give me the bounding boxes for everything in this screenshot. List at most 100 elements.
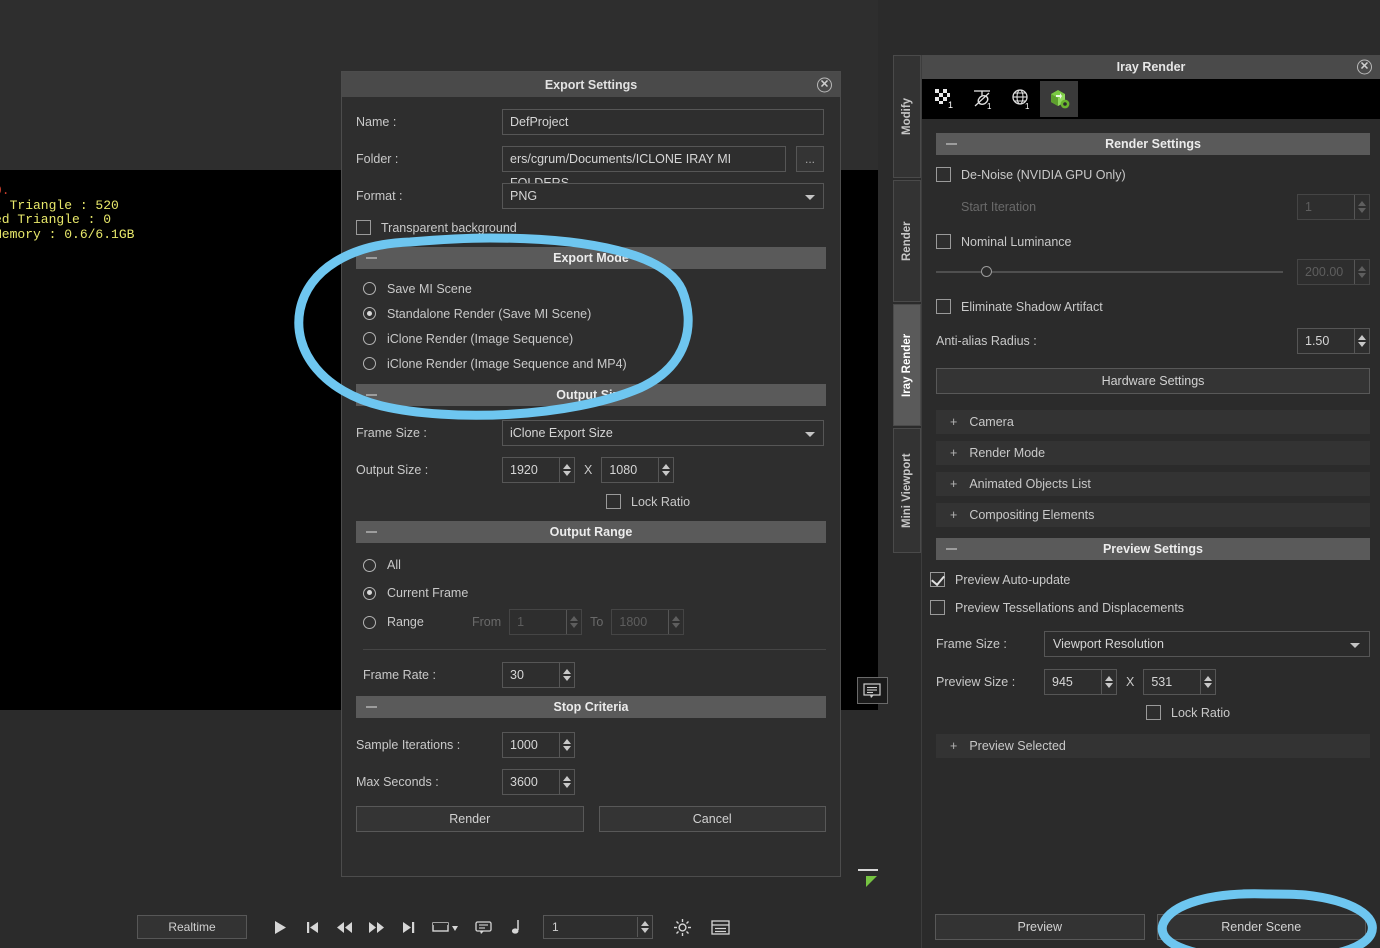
sidebar-tab-render[interactable]: Render bbox=[893, 180, 921, 302]
output-range-header[interactable]: Output Range bbox=[356, 521, 826, 543]
sidebar-tab-mini-viewport[interactable]: Mini Viewport bbox=[893, 428, 921, 553]
hardware-settings-button[interactable]: Hardware Settings bbox=[936, 368, 1370, 394]
denoise-checkbox[interactable] bbox=[936, 167, 951, 182]
browse-folder-button[interactable]: ... bbox=[796, 146, 824, 172]
stepper-arrows[interactable] bbox=[1200, 670, 1215, 694]
eliminate-shadow-row[interactable]: Eliminate Shadow Artifact bbox=[936, 299, 1370, 314]
stepper-arrows[interactable] bbox=[637, 917, 651, 937]
fast-forward-icon[interactable] bbox=[365, 916, 387, 938]
preview-lock-ratio-checkbox[interactable] bbox=[1146, 705, 1161, 720]
nominal-luminance-slider[interactable] bbox=[936, 266, 1283, 277]
radio-icon[interactable] bbox=[363, 558, 376, 572]
frame-size-select[interactable]: iClone Export Size bbox=[502, 420, 824, 446]
eliminate-shadow-checkbox[interactable] bbox=[936, 299, 951, 314]
stepper-arrows[interactable] bbox=[1354, 329, 1369, 353]
export-mode-option-0[interactable]: Save MI Scene bbox=[363, 276, 826, 301]
caption-icon[interactable] bbox=[473, 916, 495, 938]
frame-size-label: Frame Size : bbox=[356, 426, 427, 440]
output-range-title: Output Range bbox=[549, 525, 633, 539]
sidebar-tab-modify[interactable]: Modify bbox=[893, 55, 921, 178]
denoise-row[interactable]: De-Noise (NVIDIA GPU Only) bbox=[936, 167, 1370, 182]
max-seconds-stepper[interactable]: 3600 bbox=[502, 769, 575, 795]
export-mode-header[interactable]: Export Mode bbox=[356, 247, 826, 269]
chevron-down-icon bbox=[1350, 643, 1360, 648]
accordion-animated-objects-list[interactable]: + Animated Objects List bbox=[936, 472, 1370, 497]
cancel-button[interactable]: Cancel bbox=[598, 806, 826, 832]
radio-icon[interactable] bbox=[363, 357, 376, 370]
preview-lock-ratio-row[interactable]: Lock Ratio bbox=[1146, 705, 1370, 720]
stepper-arrows[interactable] bbox=[559, 663, 574, 687]
note-bubble-icon[interactable] bbox=[857, 677, 888, 704]
jump-start-icon[interactable] bbox=[301, 916, 323, 938]
radio-icon[interactable] bbox=[363, 615, 376, 629]
nominal-luminance-row[interactable]: Nominal Luminance bbox=[936, 234, 1370, 249]
stepper-arrows[interactable] bbox=[559, 458, 574, 482]
preview-auto-update-checkbox[interactable] bbox=[930, 572, 945, 587]
render-scene-button[interactable]: Render Scene bbox=[1156, 914, 1366, 940]
transparent-background-checkbox[interactable] bbox=[356, 220, 371, 235]
radio-icon[interactable] bbox=[363, 586, 376, 600]
output-size-header[interactable]: Output Size bbox=[356, 384, 826, 406]
frame-rate-stepper[interactable]: 30 bbox=[502, 662, 575, 688]
stepper-arrows[interactable] bbox=[559, 770, 574, 794]
loop-range-icon[interactable] bbox=[429, 916, 463, 938]
output-lock-ratio-checkbox[interactable] bbox=[606, 494, 621, 509]
preview-frame-size-select[interactable]: Viewport Resolution bbox=[1044, 631, 1370, 657]
preview-tessellations-checkbox[interactable] bbox=[930, 600, 945, 615]
export-mode-option-1[interactable]: Standalone Render (Save MI Scene) bbox=[363, 301, 826, 326]
export-mode-option-3[interactable]: iClone Render (Image Sequence and MP4) bbox=[363, 351, 826, 376]
radio-icon[interactable] bbox=[363, 307, 376, 320]
export-mode-option-2[interactable]: iClone Render (Image Sequence) bbox=[363, 326, 826, 351]
accordion-preview-selected[interactable]: + Preview Selected bbox=[936, 734, 1370, 759]
name-input[interactable]: DefProject bbox=[502, 109, 824, 135]
sun-settings-icon[interactable] bbox=[671, 916, 693, 938]
rewind-icon[interactable] bbox=[333, 916, 355, 938]
preview-width-stepper[interactable]: 945 bbox=[1044, 669, 1117, 695]
checker-material-icon[interactable]: 1 bbox=[926, 81, 964, 117]
output-width-stepper[interactable]: 1920 bbox=[502, 457, 575, 483]
sidebar-tab-iray-render[interactable]: Iray Render bbox=[893, 304, 921, 426]
output-range-option-range[interactable]: Range From 1 To 1800 bbox=[363, 607, 826, 637]
anti-alias-stepper[interactable]: 1.50 bbox=[1297, 328, 1370, 354]
timeline-icon[interactable] bbox=[709, 916, 731, 938]
close-icon[interactable]: ✕ bbox=[1357, 59, 1372, 75]
output-range-option-current[interactable]: Current Frame bbox=[363, 579, 826, 607]
stats-line-2: Memory : 0.6/6.1GB bbox=[0, 226, 135, 242]
range-from-stepper: 1 bbox=[509, 609, 583, 635]
preview-settings-header[interactable]: Preview Settings bbox=[936, 538, 1370, 560]
jump-end-icon[interactable] bbox=[397, 916, 419, 938]
radio-icon[interactable] bbox=[363, 332, 376, 345]
start-iteration-row: Start Iteration 1 bbox=[936, 194, 1370, 220]
accordion-camera[interactable]: + Camera bbox=[936, 410, 1370, 435]
sample-iterations-stepper[interactable]: 1000 bbox=[502, 732, 575, 758]
close-icon[interactable]: ✕ bbox=[817, 77, 832, 92]
audio-note-icon[interactable] bbox=[505, 916, 527, 938]
stop-criteria-header[interactable]: Stop Criteria bbox=[356, 696, 826, 718]
radio-icon[interactable] bbox=[363, 282, 376, 295]
accordion-compositing-elements[interactable]: + Compositing Elements bbox=[936, 503, 1370, 528]
stepper-arrows[interactable] bbox=[1101, 670, 1116, 694]
transparent-background-row[interactable]: Transparent background bbox=[356, 220, 826, 235]
stepper-arrows[interactable] bbox=[559, 733, 574, 757]
render-button[interactable]: Render bbox=[356, 806, 584, 832]
preview-auto-update-row[interactable]: Preview Auto-update bbox=[930, 572, 1370, 587]
preview-button[interactable]: Preview bbox=[935, 914, 1145, 940]
spotlight-icon[interactable]: 1 bbox=[964, 81, 1002, 117]
globe-environment-icon[interactable]: 1 bbox=[1002, 81, 1040, 117]
stepper-arrows[interactable] bbox=[658, 458, 673, 482]
preview-height-stepper[interactable]: 531 bbox=[1143, 669, 1217, 695]
slider-handle[interactable] bbox=[981, 266, 993, 277]
output-range-option-all[interactable]: All bbox=[363, 551, 826, 579]
realtime-button[interactable]: Realtime bbox=[137, 915, 247, 939]
folder-input[interactable]: ers/cgrum/Documents/ICLONE IRAY MI FOLDE… bbox=[502, 146, 786, 190]
format-select[interactable]: PNG bbox=[502, 183, 824, 209]
output-lock-ratio-row[interactable]: Lock Ratio bbox=[606, 494, 826, 509]
nominal-luminance-checkbox[interactable] bbox=[936, 234, 951, 249]
accordion-render-mode[interactable]: + Render Mode bbox=[936, 441, 1370, 466]
output-height-stepper[interactable]: 1080 bbox=[601, 457, 675, 483]
play-icon[interactable] bbox=[269, 916, 291, 938]
preview-tessellations-row[interactable]: Preview Tessellations and Displacements bbox=[930, 600, 1370, 615]
frame-number-input[interactable]: 1 bbox=[543, 915, 653, 939]
render-settings-header[interactable]: Render Settings bbox=[936, 133, 1370, 155]
green-cube-settings-icon[interactable] bbox=[1040, 81, 1078, 117]
